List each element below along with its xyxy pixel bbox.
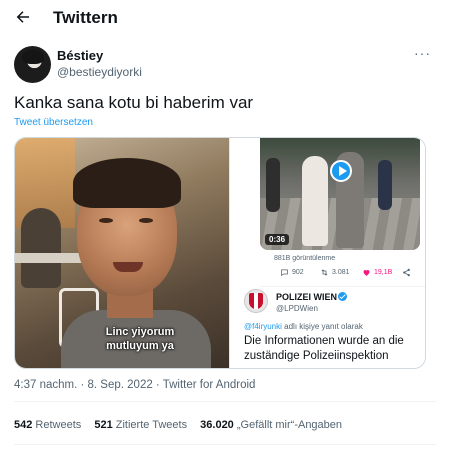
- view-count: 881B görüntülenme: [274, 255, 336, 262]
- likes-label: „Gefällt mir“-Angaben: [236, 419, 343, 431]
- like-action[interactable]: 19,1B: [362, 268, 392, 277]
- divider: [14, 401, 436, 402]
- video-thumbnail[interactable]: 0:36: [260, 138, 420, 250]
- quoted-text: Die Informationen wurde an die zuständig…: [244, 335, 404, 362]
- retweet-count: 3.081: [332, 269, 350, 276]
- play-icon[interactable]: [330, 160, 352, 182]
- page-title: Twittern: [53, 8, 118, 27]
- caption-line-2: mutluyum ya: [106, 340, 174, 352]
- eye: [99, 218, 113, 223]
- reply-context-text: adlı kişiye yanıt olarak: [281, 322, 363, 331]
- background-person: [21, 208, 61, 288]
- divider: [14, 444, 436, 445]
- likes-stat[interactable]: 36.020 „Gefällt mir“-Angaben: [200, 419, 342, 431]
- share-action[interactable]: [402, 268, 411, 277]
- background-table: [15, 253, 85, 263]
- retweets-label: Retweets: [35, 419, 82, 431]
- caption-line-1: Linc yiyorum: [105, 326, 175, 338]
- selfie-photo[interactable]: Linc yiyorum mutluyum ya: [15, 138, 229, 368]
- quoted-author-name[interactable]: POLIZEI WIEN: [276, 292, 337, 302]
- police-avatar[interactable]: [244, 289, 268, 313]
- back-arrow-icon[interactable]: [14, 8, 32, 26]
- reply-context: @f4iryunki adlı kişiye yanıt olarak: [244, 322, 363, 331]
- retweets-number: 542: [14, 419, 33, 431]
- video-figure: [378, 160, 392, 210]
- author-avatar[interactable]: [14, 46, 51, 83]
- heart-icon: [363, 270, 370, 276]
- divider: [260, 286, 425, 287]
- tweet-stats: 542 Retweets 521 Zitierte Tweets 36.020 …: [14, 419, 352, 431]
- video-duration: 0:36: [265, 234, 290, 245]
- top-bar: Twittern: [0, 0, 450, 36]
- embedded-screenshot[interactable]: 0:36 881B görüntülenme 902 3.081 19,1B P…: [229, 138, 425, 368]
- reply-count: 902: [292, 269, 304, 276]
- quoted-author-handle[interactable]: @LPDWien: [276, 304, 318, 313]
- hair: [73, 158, 181, 208]
- more-icon[interactable]: ···: [414, 45, 431, 61]
- retweet-action[interactable]: 3.081: [320, 268, 350, 277]
- video-figure: [266, 158, 280, 212]
- eye: [139, 218, 153, 223]
- quotes-number: 521: [94, 419, 113, 431]
- tweet-timestamp[interactable]: 4:37 nachm. · 8. Sep. 2022 · Twitter for…: [14, 379, 255, 391]
- like-count: 19,1B: [374, 269, 393, 276]
- author-name[interactable]: Béstiey: [57, 48, 103, 63]
- retweet-icon: [321, 269, 328, 276]
- reply-icon: [281, 269, 288, 277]
- tweet-text: Kanka sana kotu bi haberim var: [14, 93, 254, 112]
- tweet-media[interactable]: Linc yiyorum mutluyum ya 0:36 881B görün…: [14, 137, 426, 369]
- reply-mention[interactable]: @f4iryunki: [244, 322, 282, 331]
- likes-number: 36.020: [200, 419, 234, 431]
- translate-link[interactable]: Tweet übersetzen: [14, 117, 93, 128]
- verified-icon: [338, 292, 347, 301]
- photo-caption: Linc yiyorum mutluyum ya: [75, 325, 205, 353]
- retweets-stat[interactable]: 542 Retweets: [14, 419, 81, 431]
- reply-action[interactable]: 902: [280, 268, 304, 277]
- engagement-bar: 902 3.081 19,1B: [274, 268, 424, 280]
- share-icon: [403, 268, 410, 277]
- author-handle[interactable]: @bestieydiyorki: [57, 65, 142, 79]
- quotes-stat[interactable]: 521 Zitierte Tweets: [94, 419, 187, 431]
- video-figure: [302, 156, 328, 246]
- quotes-label: Zitierte Tweets: [115, 419, 188, 431]
